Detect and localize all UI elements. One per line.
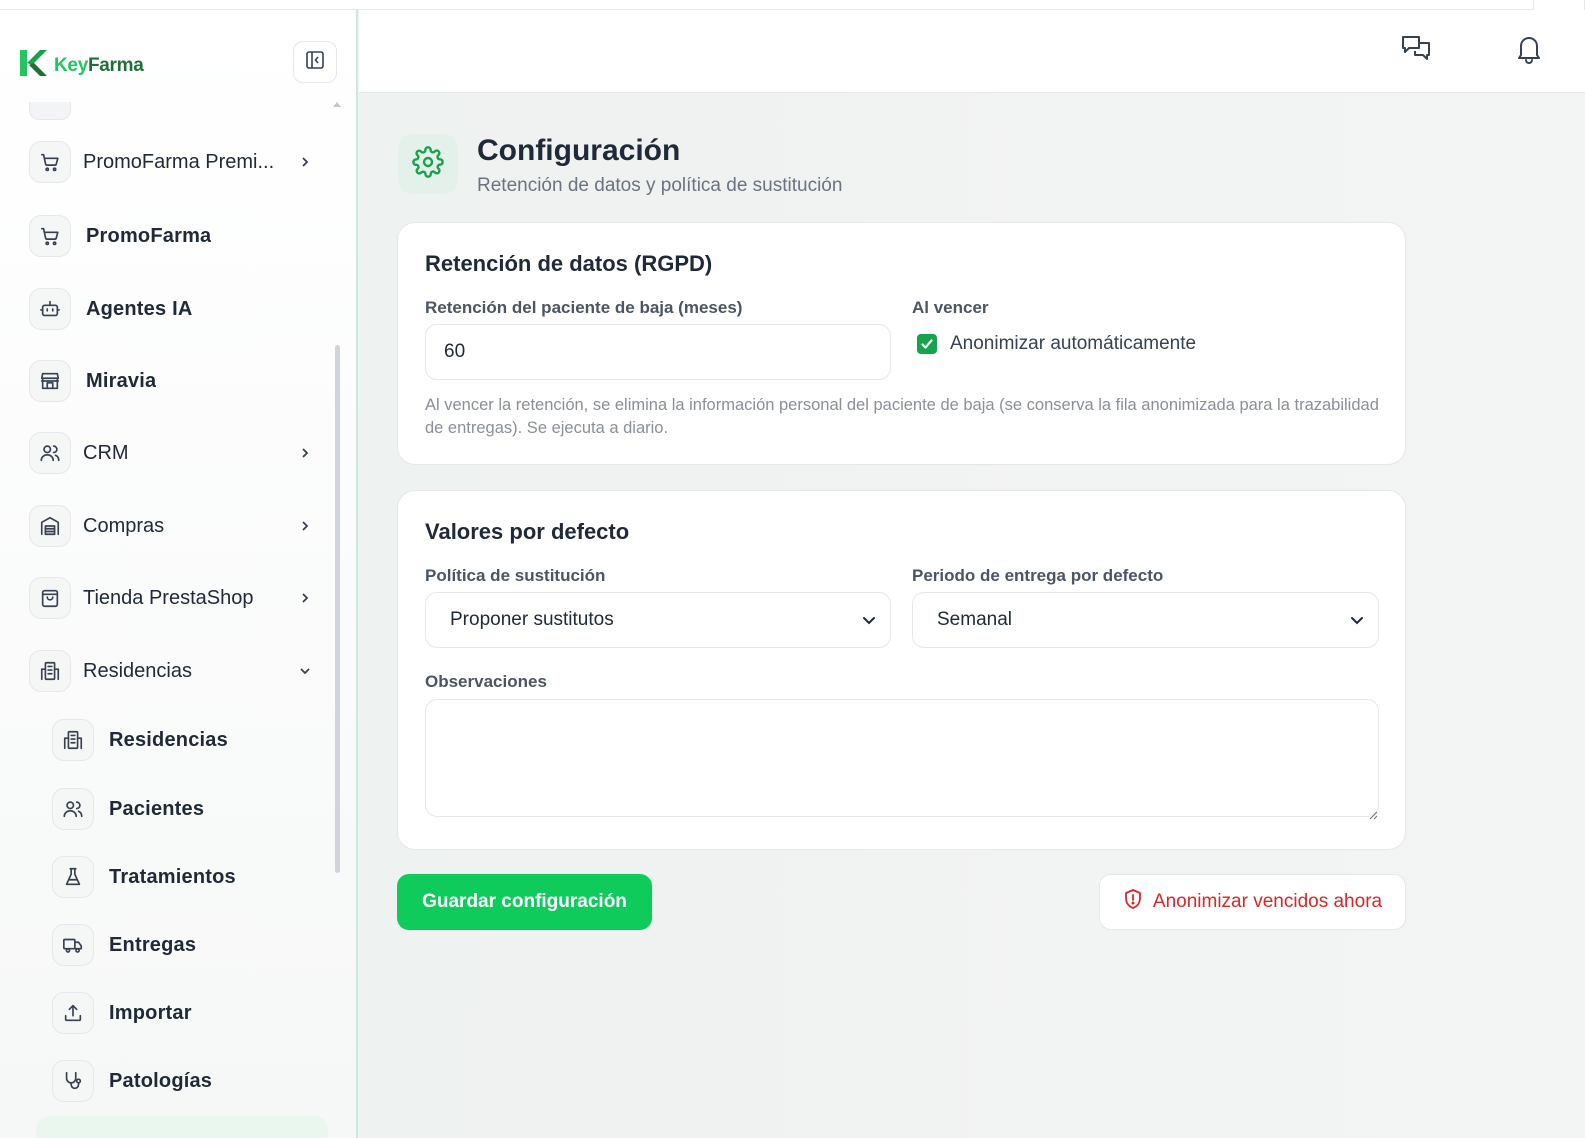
brand-name: KeyFarma xyxy=(54,54,144,76)
sidebar-item-label: PromoFarma xyxy=(86,224,212,247)
users-icon xyxy=(52,788,94,830)
sidebar-item-label: CRM xyxy=(83,441,129,464)
resize-grip-icon[interactable] xyxy=(1369,807,1378,820)
top-edge xyxy=(0,0,1585,10)
sidebar-item-label: Residencias xyxy=(109,728,228,751)
cart-icon xyxy=(29,141,71,183)
flask-icon xyxy=(52,856,94,898)
period-label: Periodo de entrega por defecto xyxy=(912,566,1164,585)
sidebar-item-promofarma-premium[interactable]: PromoFarma Premi... xyxy=(29,140,319,184)
retention-help-text: Al vencer la retención, se elimina la in… xyxy=(425,396,1379,437)
defaults-card: Valores por defecto Política de sustituc… xyxy=(397,490,1406,850)
warehouse-icon xyxy=(29,505,71,547)
bell-icon xyxy=(1515,34,1543,69)
stethoscope-icon xyxy=(52,1060,94,1102)
sidebar-item-agentes-ia[interactable]: Agentes IA xyxy=(29,287,319,331)
sidebar-subitem-patologias[interactable]: Patologías xyxy=(52,1059,342,1103)
sidebar-item-miravia[interactable]: Miravia xyxy=(29,359,319,403)
period-select-value: Semanal xyxy=(937,609,1012,630)
users-icon xyxy=(29,432,71,474)
chevron-right-icon xyxy=(295,152,315,172)
sidebar-subitem-importar[interactable]: Importar xyxy=(52,991,342,1035)
chevron-down-icon xyxy=(295,661,315,681)
sidebar-item-residencias-group[interactable]: Residencias xyxy=(29,649,319,693)
policy-select-value: Proponer sustitutos xyxy=(450,609,614,630)
top-header xyxy=(359,10,1585,93)
sidebar: KeyFarma PromoFarma Premi... PromoFarma … xyxy=(0,10,358,1138)
auto-anonymize-checkbox[interactable] xyxy=(917,334,937,354)
sidebar-subitem-pacientes[interactable]: Pacientes xyxy=(52,787,342,831)
robot-icon xyxy=(29,288,71,330)
upload-icon xyxy=(52,992,94,1034)
policy-select[interactable]: Proponer sustitutos xyxy=(425,592,891,648)
settings-icon-badge xyxy=(398,134,458,194)
keyfarma-logo-icon xyxy=(18,48,48,83)
chevron-down-icon xyxy=(860,611,878,635)
building-icon xyxy=(29,650,71,692)
sidebar-item-label: Compras xyxy=(83,514,165,537)
anonymize-now-button[interactable]: Anonimizar vencidos ahora xyxy=(1099,874,1406,930)
chevron-right-icon xyxy=(295,443,315,463)
period-select[interactable]: Semanal xyxy=(912,592,1379,648)
chevron-down-icon xyxy=(1348,611,1366,635)
notifications-button[interactable] xyxy=(1512,34,1546,68)
page-title: Configuración xyxy=(477,134,681,167)
sidebar-item-label: Tienda PrestaShop xyxy=(83,586,254,609)
auto-anonymize-option[interactable]: Anonimizar automáticamente xyxy=(917,333,1196,355)
policy-label: Política de sustitución xyxy=(425,566,606,585)
sidebar-item-label: Entregas xyxy=(109,933,197,956)
shield-alert-icon xyxy=(1123,888,1143,916)
retention-card-title: Retención de datos (RGPD) xyxy=(425,251,713,276)
save-config-button[interactable]: Guardar configuración xyxy=(397,874,652,930)
retention-months-label: Retención del paciente de baja (meses) xyxy=(425,298,743,317)
shopping-bag-icon xyxy=(29,577,71,619)
notes-textarea[interactable] xyxy=(425,699,1379,817)
anonymize-now-label: Anonimizar vencidos ahora xyxy=(1152,891,1383,912)
notes-label: Observaciones xyxy=(425,672,547,691)
sidebar-item-label: PromoFarma Premi... xyxy=(83,150,275,173)
sidebar-item-label: Importar xyxy=(109,1001,192,1024)
expire-label: Al vencer xyxy=(912,298,989,317)
cart-icon xyxy=(29,215,71,257)
sidebar-item-label: Agentes IA xyxy=(86,297,193,320)
sidebar-item-label: Miravia xyxy=(86,369,157,392)
sidebar-item-crm[interactable]: CRM xyxy=(29,431,319,475)
gear-icon xyxy=(412,145,444,183)
building-icon xyxy=(52,719,94,761)
messages-button[interactable] xyxy=(1399,34,1433,68)
store-icon xyxy=(29,360,71,402)
chevron-right-icon xyxy=(295,516,315,536)
sidebar-item-partial[interactable] xyxy=(29,102,71,120)
sidebar-item-compras[interactable]: Compras xyxy=(29,504,319,548)
sidebar-item-label: Pacientes xyxy=(109,797,205,820)
auto-anonymize-label: Anonimizar automáticamente xyxy=(950,333,1197,354)
sidebar-item-label: Patologías xyxy=(109,1069,213,1092)
scroll-up-arrow[interactable] xyxy=(333,102,341,107)
sidebar-item-label: Tratamientos xyxy=(109,865,236,888)
sidebar-item-active-partial[interactable] xyxy=(36,1116,328,1138)
sidebar-subitem-tratamientos[interactable]: Tratamientos xyxy=(52,855,342,899)
chevron-right-icon xyxy=(295,588,315,608)
retention-months-input[interactable] xyxy=(425,324,891,380)
page-subtitle: Retención de datos y política de sustitu… xyxy=(477,175,843,196)
brand-logo[interactable]: KeyFarma xyxy=(18,48,144,83)
defaults-card-title: Valores por defecto xyxy=(425,519,630,544)
sidebar-item-promofarma[interactable]: PromoFarma xyxy=(29,214,319,258)
collapse-sidebar-button[interactable] xyxy=(293,41,337,83)
save-config-label: Guardar configuración xyxy=(422,891,627,912)
truck-icon xyxy=(52,924,94,966)
retention-card: Retención de datos (RGPD) Retención del … xyxy=(397,222,1406,465)
sidebar-item-label: Residencias xyxy=(83,659,192,682)
panel-collapse-icon xyxy=(305,50,325,75)
sidebar-subitem-residencias[interactable]: Residencias xyxy=(52,718,342,762)
sidebar-subitem-entregas[interactable]: Entregas xyxy=(52,923,342,967)
chat-icon xyxy=(1400,34,1432,69)
sidebar-item-tienda-prestashop[interactable]: Tienda PrestaShop xyxy=(29,576,319,620)
